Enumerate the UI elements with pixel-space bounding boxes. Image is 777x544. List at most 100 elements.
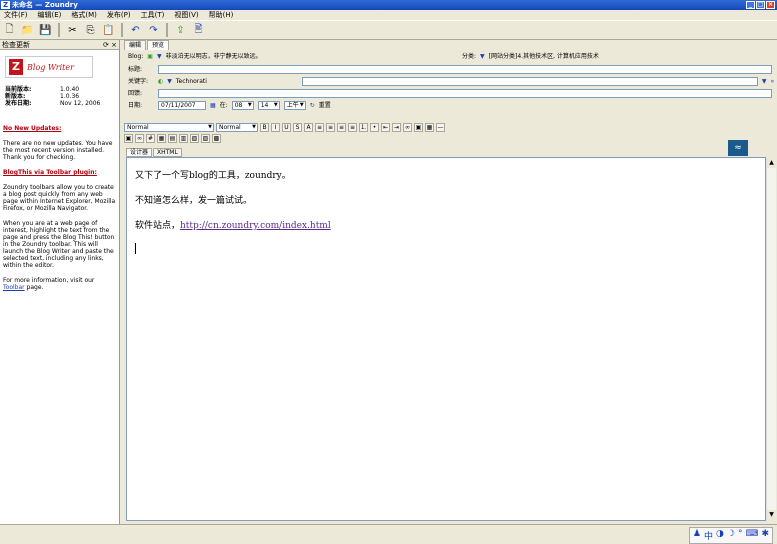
table-col-icon[interactable]: ▥ [179,134,188,143]
align-left-icon[interactable]: ≡ [315,123,324,132]
insert-tag-icon[interactable]: # [146,134,155,143]
title-input[interactable] [158,65,772,74]
bullet-list-icon[interactable]: • [370,123,379,132]
justify-icon[interactable]: ≡ [348,123,357,132]
current-version: 1.0.40 [60,86,80,93]
font-select[interactable]: Normal [216,123,258,132]
menu-help[interactable]: 帮助(H) [209,10,234,20]
scroll-down-icon[interactable]: ▼ [767,510,776,520]
underline-icon[interactable]: U [282,123,291,132]
calendar-icon[interactable]: ▦ [210,101,216,110]
ime-dot-icon[interactable]: ° [738,529,743,542]
no-updates-heading[interactable]: No New Updates: [3,125,117,132]
menu-edit[interactable]: 编辑(E) [38,10,62,20]
table-icon[interactable]: ▦ [425,123,434,132]
hr-icon[interactable]: — [436,123,445,132]
ime-punct-icon[interactable]: ◑ [716,529,724,542]
indent-icon[interactable]: ⇥ [392,123,401,132]
tab-edit[interactable]: 编辑 [124,40,147,50]
insert-image-icon[interactable]: ▣ [124,134,133,143]
insert-table-icon[interactable]: ▦ [157,134,166,143]
font-color-icon[interactable]: A [304,123,313,132]
table-row-icon[interactable]: ▤ [168,134,177,143]
ime-settings-icon[interactable]: ✱ [761,529,769,542]
ime-keyboard-icon[interactable]: ⌨ [745,529,758,542]
tags-input[interactable] [301,77,758,86]
tags-field-dropdown-icon[interactable]: ▼ [762,77,767,86]
toolbar-separator [58,23,60,37]
category-label: 分类: [462,53,477,60]
format-toolbar: Normal Normal B I U S A ≡ ≡ ≡ ≡ ⒈ • ⇤ ⇥ … [124,122,774,144]
category-row: 分类: ▼ [网站分类]4.其他技术区, 计算机应用技术 [462,52,599,61]
cut-icon[interactable]: ✂ [65,23,80,38]
date-input[interactable]: 07/11/2007 [158,101,206,110]
italic-icon[interactable]: I [271,123,280,132]
blog-value[interactable]: 非淡泊无以明志，非宁静无以致远。 [166,52,262,61]
save-icon[interactable]: 💾 [38,23,53,38]
ordered-list-icon[interactable]: ⒈ [359,123,368,132]
tags-dropdown-icon[interactable]: ▼ [167,77,172,86]
table-merge-icon[interactable]: ▧ [190,134,199,143]
toolbar-link[interactable]: Toolbar [3,284,25,291]
ime-tray: ♟ 中 ◑ ☽ ° ⌨ ✱ [688,527,773,544]
category-value[interactable]: [网站分类]4.其他技术区, 计算机应用技术 [489,52,599,61]
undo-icon[interactable]: ↶ [128,23,143,38]
bold-icon[interactable]: B [260,123,269,132]
paste-icon[interactable]: 📋 [101,23,116,38]
new-doc-icon[interactable]: 🗋 [2,23,17,38]
menu-view[interactable]: 视图(V) [174,10,198,20]
tab-preview[interactable]: 预览 [147,40,170,50]
preview-icon[interactable]: 🖹 [191,23,206,38]
reset-icon[interactable]: ↻ [310,101,315,110]
category-dropdown-icon[interactable]: ▼ [480,52,485,61]
minimize-button[interactable]: _ [746,1,755,9]
minute-select[interactable]: 14 [257,101,280,110]
blog-dropdown-icon[interactable]: ▼ [157,52,162,61]
toolbar-separator [166,23,168,37]
hour-select[interactable]: 08 [231,101,254,110]
menu-publish[interactable]: 发布(P) [107,10,131,20]
logo-text: Blog Writer [27,62,74,72]
open-folder-icon[interactable]: 📁 [20,23,35,38]
current-version-label: 当前版本: [5,86,32,93]
maximize-button[interactable]: □ [756,1,765,9]
site-link[interactable]: http://cn.zoundry.com/index.html [180,221,331,231]
align-center-icon[interactable]: ≡ [326,123,335,132]
link-icon[interactable]: ∞ [403,123,412,132]
outdent-icon[interactable]: ⇤ [381,123,390,132]
refresh-icon[interactable]: ⟳ [103,41,109,49]
style-select[interactable]: Normal [124,123,214,132]
blog-writer-logo: Z Blog Writer [5,56,93,78]
align-right-icon[interactable]: ≡ [337,123,346,132]
publish-icon[interactable]: ⇪ [173,23,188,38]
release-date: Nov 12, 2006 [60,100,101,107]
ampm-select[interactable]: 上午 [283,101,306,110]
copy-icon[interactable]: ⎘ [83,23,98,38]
vertical-scrollbar[interactable]: ▲ ▼ [766,158,776,520]
trackback-input[interactable] [158,89,772,98]
blogthis-heading[interactable]: BlogThis via Toolbar plugin: [3,169,117,176]
image-icon[interactable]: ▣ [414,123,423,132]
tab-xhtml[interactable]: XHTML [153,148,182,157]
table-delete-icon[interactable]: ▩ [212,134,221,143]
update-text: No New Updates: There are no new updates… [3,125,117,291]
menu-file[interactable]: 文件(F) [4,10,28,20]
expand-icon[interactable]: » [771,77,775,86]
mode-tabs: 设计器 XHTML [126,148,182,157]
table-split-icon[interactable]: ▨ [201,134,210,143]
tab-designer[interactable]: 设计器 [126,148,153,157]
menu-format[interactable]: 格式(M) [71,10,97,20]
redo-icon[interactable]: ↷ [146,23,161,38]
ime-person-icon[interactable]: ♟ [693,529,701,542]
menu-tools[interactable]: 工具(T) [141,10,165,20]
close-button[interactable]: × [766,1,775,9]
insert-link-icon[interactable]: ∞ [135,134,144,143]
reset-button[interactable]: 重置 [319,101,331,110]
no-updates-text: There are no new updates. You have the m… [3,140,113,161]
scroll-up-icon[interactable]: ▲ [767,158,776,168]
ime-chinese-icon[interactable]: 中 [704,529,713,542]
ime-moon-icon[interactable]: ☽ [727,529,735,542]
document-editor[interactable]: 又下了一个写blog的工具，zoundry。 不知道怎么样，发一篇试试。 软件站… [126,157,776,521]
close-panel-icon[interactable]: × [111,41,117,49]
strike-icon[interactable]: S [293,123,302,132]
